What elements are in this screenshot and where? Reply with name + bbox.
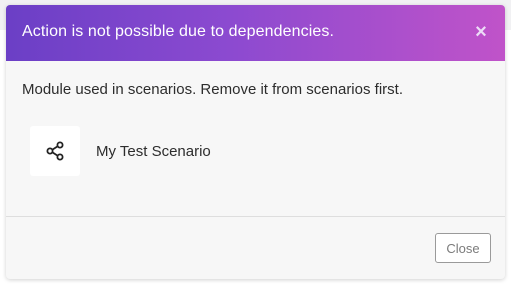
scenario-list-item[interactable]: My Test Scenario (30, 126, 211, 176)
dialog-title: Action is not possible due to dependenci… (22, 23, 335, 40)
dialog-header: Action is not possible due to dependenci… (6, 5, 505, 61)
page: Action is not possible due to dependenci… (0, 0, 511, 287)
dependency-dialog: Action is not possible due to dependenci… (6, 5, 505, 279)
footer-divider (6, 216, 505, 217)
share-nodes-icon (46, 141, 64, 161)
scenario-icon-box (30, 126, 80, 176)
scenario-name: My Test Scenario (96, 142, 211, 160)
close-icon[interactable]: × (471, 22, 491, 42)
dialog-message: Module used in scenarios. Remove it from… (22, 81, 403, 98)
dialog-body: Module used in scenarios. Remove it from… (6, 61, 505, 216)
close-button[interactable]: Close (435, 233, 491, 263)
